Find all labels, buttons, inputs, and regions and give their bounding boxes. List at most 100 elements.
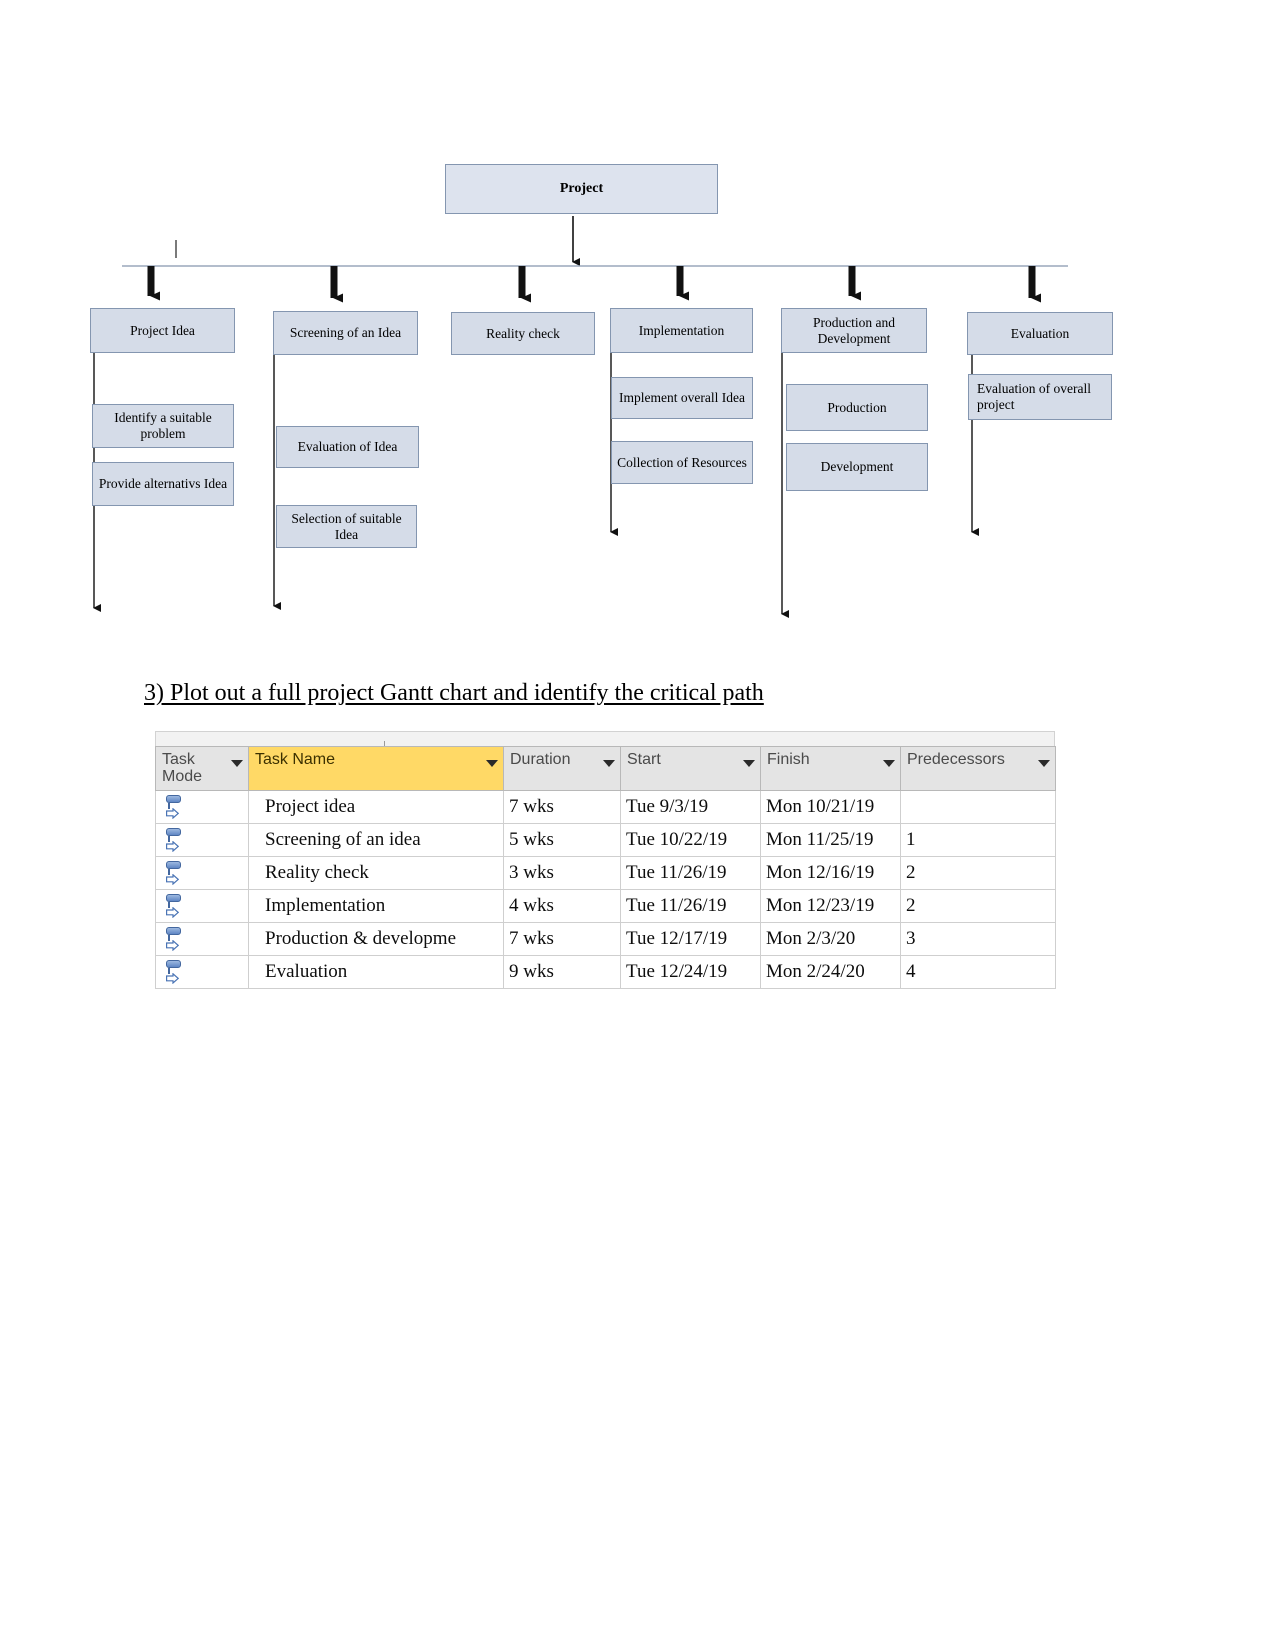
wbs-node-collection-of-resources: Collection of Resources	[611, 441, 753, 484]
table-header-row: Task Mode Task Name Duration Start Finis…	[155, 746, 1056, 791]
cell-finish[interactable]: Mon 11/25/19	[760, 823, 901, 857]
chevron-down-icon[interactable]	[486, 760, 498, 767]
wbs-node-label: Reality check	[486, 325, 560, 341]
page-title: 3) Plot out a full project Gantt chart a…	[144, 680, 764, 706]
wbs-node-label: Selection of suitable Idea	[291, 510, 402, 542]
cell-predecessors[interactable]: 3	[900, 922, 1056, 956]
cell-task-name[interactable]: Production & developme	[248, 922, 504, 956]
cell-start[interactable]: Tue 9/3/19	[620, 790, 761, 824]
wbs-node-screening-of-an-idea: Screening of an Idea	[273, 311, 418, 355]
column-header-task-mode[interactable]: Task Mode	[155, 746, 249, 791]
cell-start[interactable]: Tue 12/24/19	[620, 955, 761, 989]
cell-finish[interactable]: Mon 12/16/19	[760, 856, 901, 890]
wbs-diagram: Project Project Idea Screening of an Ide…	[0, 0, 1275, 660]
wbs-node-label: Provide alternativs Idea	[98, 476, 228, 492]
cell-start[interactable]: Tue 10/22/19	[620, 823, 761, 857]
chevron-down-icon[interactable]	[883, 760, 895, 767]
wbs-node-selection-of-suitable-idea: Selection of suitable Idea	[276, 505, 417, 548]
wbs-node-label: Production	[827, 399, 887, 415]
cell-predecessors[interactable]: 1	[900, 823, 1056, 857]
wbs-node-reality-check: Reality check	[451, 312, 595, 355]
wbs-node-label: Collection of Resources	[617, 454, 747, 470]
cell-predecessors[interactable]: 2	[900, 889, 1056, 923]
column-header-label: Predecessors	[907, 751, 1005, 768]
wbs-node-evaluation-of-idea: Evaluation of Idea	[276, 426, 419, 468]
cell-duration[interactable]: 7 wks	[503, 922, 621, 956]
wbs-node-label: Screening of an Idea	[289, 325, 402, 341]
cell-task-mode[interactable]	[155, 922, 249, 956]
column-header-start[interactable]: Start	[620, 746, 761, 791]
wbs-node-evaluation: Evaluation	[967, 312, 1113, 355]
table-row[interactable]: Evaluation 9 wks Tue 12/24/19 Mon 2/24/2…	[155, 955, 1056, 989]
cell-task-mode[interactable]	[155, 823, 249, 857]
wbs-node-label: Identify a suitable problem	[114, 410, 212, 441]
wbs-node-identify-a-suitable-problem: Identify a suitable problem	[92, 404, 234, 448]
table-row[interactable]: Project idea 7 wks Tue 9/3/19 Mon 10/21/…	[155, 790, 1056, 824]
cell-duration[interactable]: 3 wks	[503, 856, 621, 890]
wbs-node-root: Project	[445, 164, 718, 214]
manually-scheduled-icon[interactable]	[164, 860, 186, 886]
cell-task-mode[interactable]	[155, 856, 249, 890]
cell-task-mode[interactable]	[155, 889, 249, 923]
wbs-node-label: Implementation	[638, 322, 725, 338]
column-header-label: Finish	[767, 751, 810, 768]
cell-task-mode[interactable]	[155, 790, 249, 824]
wbs-node-project-idea: Project Idea	[90, 308, 235, 353]
chevron-down-icon[interactable]	[1038, 760, 1050, 767]
table-row[interactable]: Production & developme 7 wks Tue 12/17/1…	[155, 922, 1056, 956]
wbs-node-label: Development	[820, 459, 894, 475]
wbs-node-evaluation-of-overall-project: Evaluation of overall project	[968, 374, 1112, 420]
cell-start[interactable]: Tue 11/26/19	[620, 889, 761, 923]
cell-start[interactable]: Tue 12/17/19	[620, 922, 761, 956]
wbs-node-label: Implement overall Idea	[619, 390, 745, 406]
wbs-node-label: Evaluation of Idea	[297, 439, 398, 455]
cell-task-name[interactable]: Reality check	[248, 856, 504, 890]
wbs-node-production-and-development: Production and Development	[781, 308, 927, 353]
cell-finish[interactable]: Mon 10/21/19	[760, 790, 901, 824]
column-header-task-name[interactable]: Task Name	[248, 746, 504, 791]
column-header-predecessors[interactable]: Predecessors	[900, 746, 1056, 791]
wbs-node-implement-overall-idea: Implement overall Idea	[611, 377, 753, 419]
cell-task-name[interactable]: Evaluation	[248, 955, 504, 989]
wbs-node-label: Production and Development	[812, 314, 896, 346]
cell-task-mode[interactable]	[155, 955, 249, 989]
table-row[interactable]: Screening of an idea 5 wks Tue 10/22/19 …	[155, 823, 1056, 857]
manually-scheduled-icon[interactable]	[164, 959, 186, 985]
gantt-timescale-strip	[155, 731, 1055, 746]
manually-scheduled-icon[interactable]	[164, 893, 186, 919]
column-header-duration[interactable]: Duration	[503, 746, 621, 791]
cell-predecessors[interactable]	[900, 790, 1056, 824]
cell-duration[interactable]: 5 wks	[503, 823, 621, 857]
wbs-node-development: Development	[786, 443, 928, 491]
chevron-down-icon[interactable]	[743, 760, 755, 767]
wbs-node-production: Production	[786, 384, 928, 431]
table-row[interactable]: Implementation 4 wks Tue 11/26/19 Mon 12…	[155, 889, 1056, 923]
wbs-node-label: Project	[559, 180, 604, 196]
column-header-label: Task Name	[255, 751, 336, 768]
cell-duration[interactable]: 9 wks	[503, 955, 621, 989]
cell-finish[interactable]: Mon 12/23/19	[760, 889, 901, 923]
cell-finish[interactable]: Mon 2/3/20	[760, 922, 901, 956]
manually-scheduled-icon[interactable]	[164, 794, 186, 820]
table-row[interactable]: Reality check 3 wks Tue 11/26/19 Mon 12/…	[155, 856, 1056, 890]
column-header-finish[interactable]: Finish	[760, 746, 901, 791]
manually-scheduled-icon[interactable]	[164, 926, 186, 952]
cell-predecessors[interactable]: 2	[900, 856, 1056, 890]
column-header-label: Start	[627, 751, 661, 768]
timescale-tick	[384, 741, 385, 746]
cell-duration[interactable]: 4 wks	[503, 889, 621, 923]
column-header-label: Task Mode	[162, 751, 203, 786]
cell-predecessors[interactable]: 4	[900, 955, 1056, 989]
chevron-down-icon[interactable]	[231, 760, 243, 767]
manually-scheduled-icon[interactable]	[164, 827, 186, 853]
cell-finish[interactable]: Mon 2/24/20	[760, 955, 901, 989]
cell-task-name[interactable]: Implementation	[248, 889, 504, 923]
wbs-node-implementation: Implementation	[610, 308, 753, 353]
cell-start[interactable]: Tue 11/26/19	[620, 856, 761, 890]
cell-task-name[interactable]: Project idea	[248, 790, 504, 824]
chevron-down-icon[interactable]	[603, 760, 615, 767]
wbs-node-label: Project Idea	[130, 322, 195, 338]
cell-duration[interactable]: 7 wks	[503, 790, 621, 824]
wbs-node-provide-alternativs-idea: Provide alternativs Idea	[92, 462, 234, 506]
cell-task-name[interactable]: Screening of an idea	[248, 823, 504, 857]
